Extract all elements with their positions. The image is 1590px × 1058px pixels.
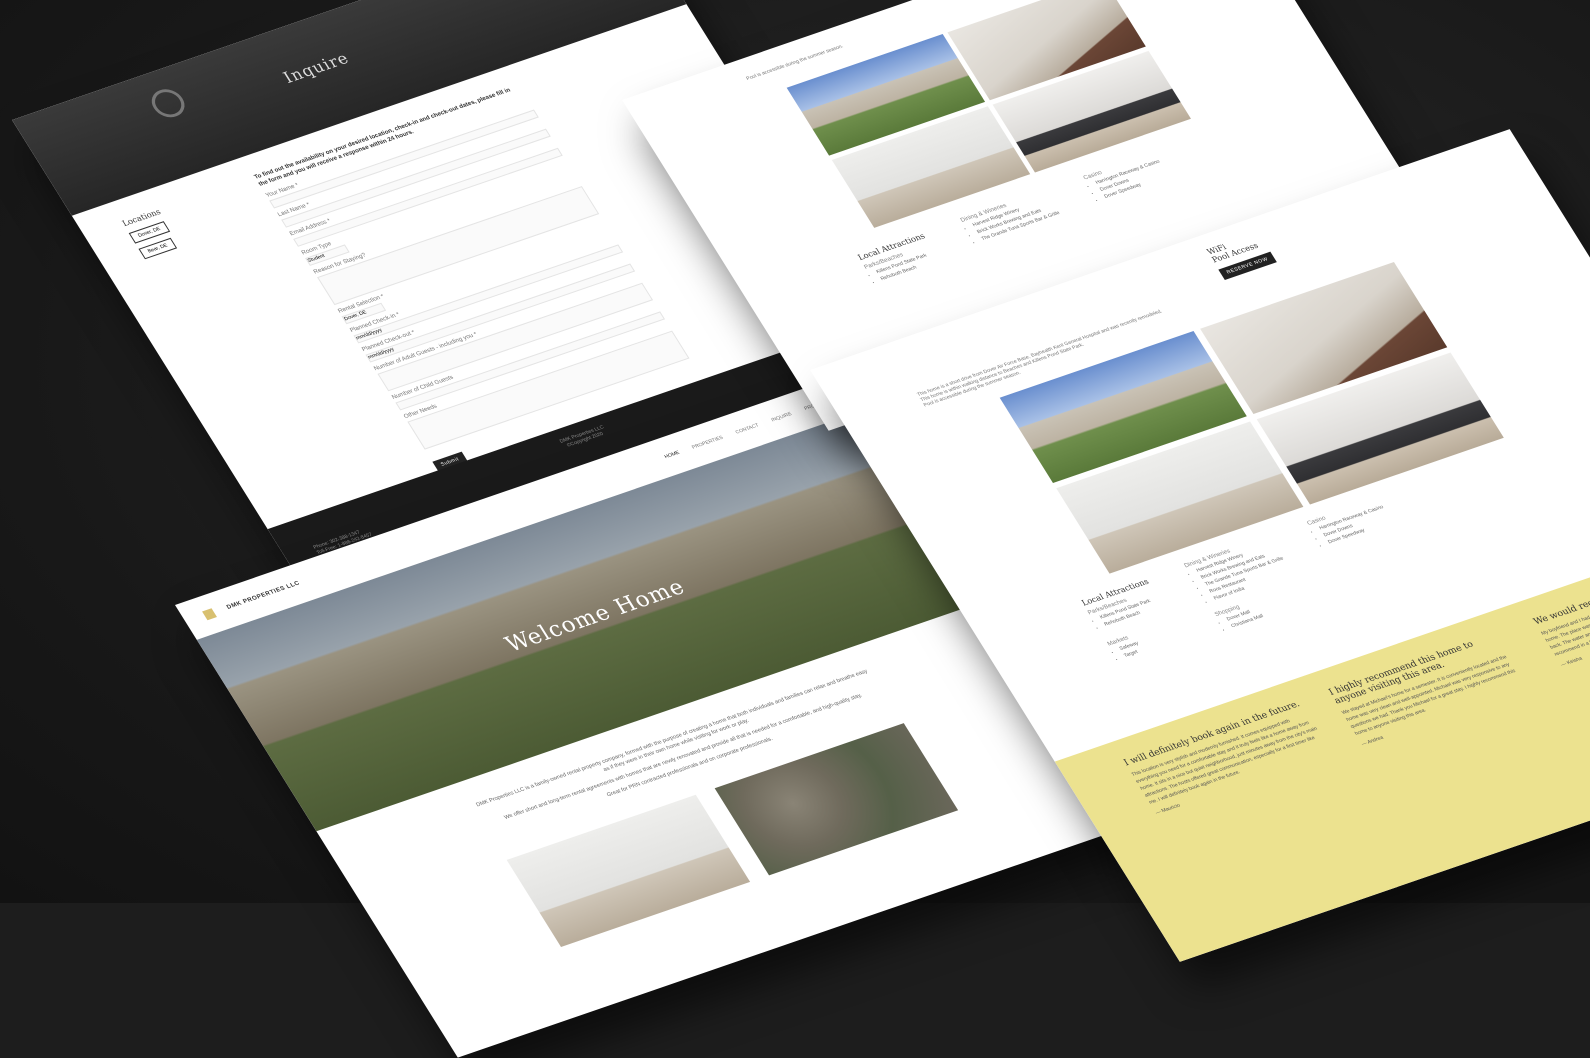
inquire-banner-title: Inquire: [279, 48, 353, 87]
key-icon: [145, 85, 191, 122]
reason-textarea[interactable]: [316, 185, 600, 305]
nav-contact[interactable]: CONTACT: [735, 423, 761, 436]
logo-text[interactable]: DMK PROPERTIES LLC: [226, 581, 301, 611]
nav-home[interactable]: HOME: [663, 450, 680, 460]
house-logo-icon: [202, 608, 217, 621]
nav-properties[interactable]: PROPERTIES: [691, 435, 725, 451]
location-button-bear[interactable]: Bear, DE: [138, 237, 178, 260]
nav-inquire[interactable]: INQUIRE: [770, 411, 793, 423]
